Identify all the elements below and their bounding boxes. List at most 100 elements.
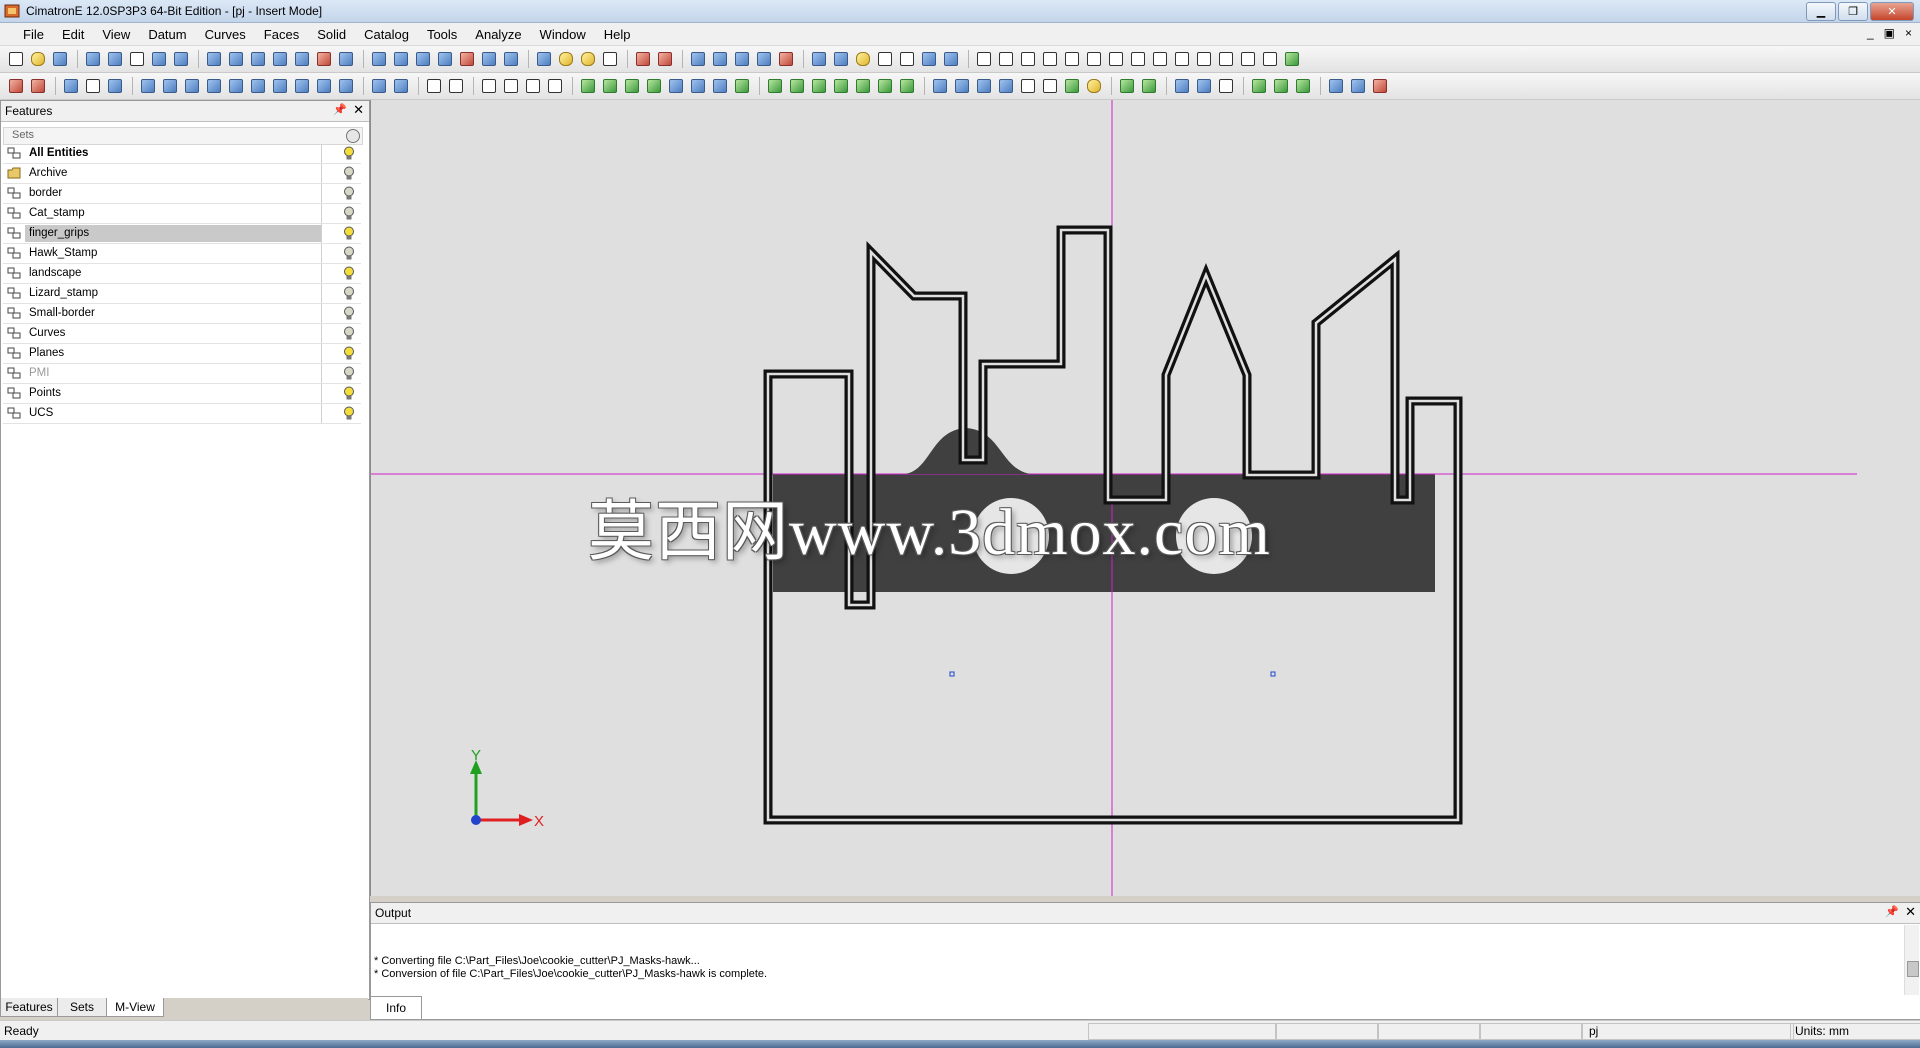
pattern-icon[interactable] [226, 77, 246, 95]
trim-icon[interactable] [1106, 50, 1126, 68]
draft-face-icon[interactable] [875, 77, 895, 95]
linestyle-icon[interactable] [875, 50, 895, 68]
transform-icon[interactable] [314, 77, 334, 95]
solid-remove-icon[interactable] [1293, 77, 1313, 95]
nv-icon[interactable] [1216, 50, 1236, 68]
set-row[interactable]: UCS [3, 404, 361, 424]
set-row[interactable]: Cat_stamp [3, 204, 361, 224]
scale-icon[interactable] [204, 77, 224, 95]
sweep-icon[interactable] [809, 77, 829, 95]
visibility-bulb-icon[interactable] [343, 206, 355, 221]
mirror-icon[interactable] [182, 77, 202, 95]
tab-m-view[interactable]: M-View [106, 998, 164, 1017]
face-measure-icon[interactable] [1062, 50, 1082, 68]
stretch-icon[interactable] [292, 77, 312, 95]
set-row[interactable]: landscape [3, 264, 361, 284]
menu-edit[interactable]: Edit [53, 26, 93, 42]
menu-tools[interactable]: Tools [418, 26, 466, 42]
select-icon[interactable] [61, 77, 81, 95]
close-gap-icon[interactable] [1172, 77, 1192, 95]
table-icon[interactable] [710, 50, 730, 68]
assembly-icon[interactable] [1326, 77, 1346, 95]
close-panel-icon[interactable]: ✕ [353, 102, 364, 118]
menu-view[interactable]: View [93, 26, 139, 42]
menu-faces[interactable]: Faces [255, 26, 308, 42]
view-top-icon[interactable] [226, 50, 246, 68]
view-left-icon[interactable] [292, 50, 312, 68]
measure-angle-icon[interactable] [996, 50, 1016, 68]
set-row[interactable]: All Entities [3, 144, 361, 164]
visibility-bulb-icon[interactable] [343, 226, 355, 241]
delete-face-icon[interactable] [1216, 77, 1236, 95]
set-row[interactable]: Planes [3, 344, 361, 364]
intersect-icon[interactable] [1084, 50, 1104, 68]
shading-icon[interactable] [457, 50, 477, 68]
visibility-bulb-icon[interactable] [343, 386, 355, 401]
hide-icon[interactable] [600, 50, 620, 68]
arrow-left-icon[interactable] [633, 50, 653, 68]
menu-catalog[interactable]: Catalog [355, 26, 418, 42]
mdi-minimize-button[interactable]: _ [1867, 26, 1874, 40]
menu-datum[interactable]: Datum [139, 26, 195, 42]
draft-icon[interactable] [1260, 50, 1280, 68]
view-front-icon[interactable] [248, 50, 268, 68]
fillet-icon[interactable] [897, 77, 917, 95]
clearance-icon[interactable] [1238, 50, 1258, 68]
visibility-bulb-icon[interactable] [343, 146, 355, 161]
offset-curve-icon[interactable] [710, 77, 730, 95]
extrude-icon[interactable] [765, 77, 785, 95]
menu-help[interactable]: Help [595, 26, 640, 42]
loft-icon[interactable] [831, 77, 851, 95]
redo-icon[interactable] [105, 50, 125, 68]
tree-icon[interactable] [688, 50, 708, 68]
delete-icon[interactable] [6, 77, 26, 95]
zoom-icon[interactable] [413, 50, 433, 68]
light-icon[interactable] [556, 50, 576, 68]
tab-info[interactable]: Info [371, 996, 422, 1019]
solid-add-icon[interactable] [1271, 77, 1291, 95]
curve-icon[interactable] [446, 77, 466, 95]
visibility-bulb-icon[interactable] [343, 246, 355, 261]
lineweight-icon[interactable] [897, 50, 917, 68]
face-icon[interactable] [1117, 77, 1137, 95]
undo-icon[interactable] [83, 50, 103, 68]
view-bottom-icon[interactable] [336, 50, 356, 68]
magic-select-icon[interactable] [105, 77, 125, 95]
measure-icon[interactable] [974, 50, 994, 68]
offset-icon[interactable] [270, 77, 290, 95]
visibility-bulb-icon[interactable] [343, 266, 355, 281]
datum-plane-icon[interactable] [369, 77, 389, 95]
composite-icon[interactable] [600, 77, 620, 95]
visibility-bulb-icon[interactable] [343, 366, 355, 381]
display-icon[interactable] [809, 50, 829, 68]
glasses-icon[interactable] [127, 50, 147, 68]
point-tool-icon[interactable] [479, 77, 499, 95]
visibility-bulb-icon[interactable] [343, 306, 355, 321]
visibility-bulb-icon[interactable] [343, 326, 355, 341]
blend-icon[interactable] [666, 77, 686, 95]
sketch-icon[interactable] [424, 77, 444, 95]
datum-axis-icon[interactable] [391, 77, 411, 95]
view-back-icon[interactable] [314, 50, 334, 68]
visibility-bulb-icon[interactable] [343, 166, 355, 181]
tab-features[interactable]: Features [0, 998, 58, 1017]
visibility-bulb-icon[interactable] [343, 186, 355, 201]
patch-icon[interactable] [1084, 77, 1104, 95]
stamp-icon[interactable] [336, 77, 356, 95]
face-offset-icon[interactable] [1139, 77, 1159, 95]
exit-icon[interactable] [1370, 77, 1390, 95]
tab-sets[interactable]: Sets [57, 998, 107, 1017]
view-iso-icon[interactable] [204, 50, 224, 68]
menu-solid[interactable]: Solid [308, 26, 355, 42]
rib-icon[interactable] [996, 77, 1016, 95]
bbox-icon[interactable] [1194, 50, 1214, 68]
bulb-icon[interactable] [578, 50, 598, 68]
circle-measure-icon[interactable] [1018, 50, 1038, 68]
split-body-icon[interactable] [952, 77, 972, 95]
mdi-close-button[interactable]: × [1905, 26, 1912, 40]
restore-button[interactable]: ❐ [1838, 2, 1868, 21]
trim-curve-icon[interactable] [644, 77, 664, 95]
visibility-column-icon[interactable] [346, 129, 360, 143]
solid-icon[interactable] [1249, 77, 1269, 95]
menu-curves[interactable]: Curves [196, 26, 255, 42]
